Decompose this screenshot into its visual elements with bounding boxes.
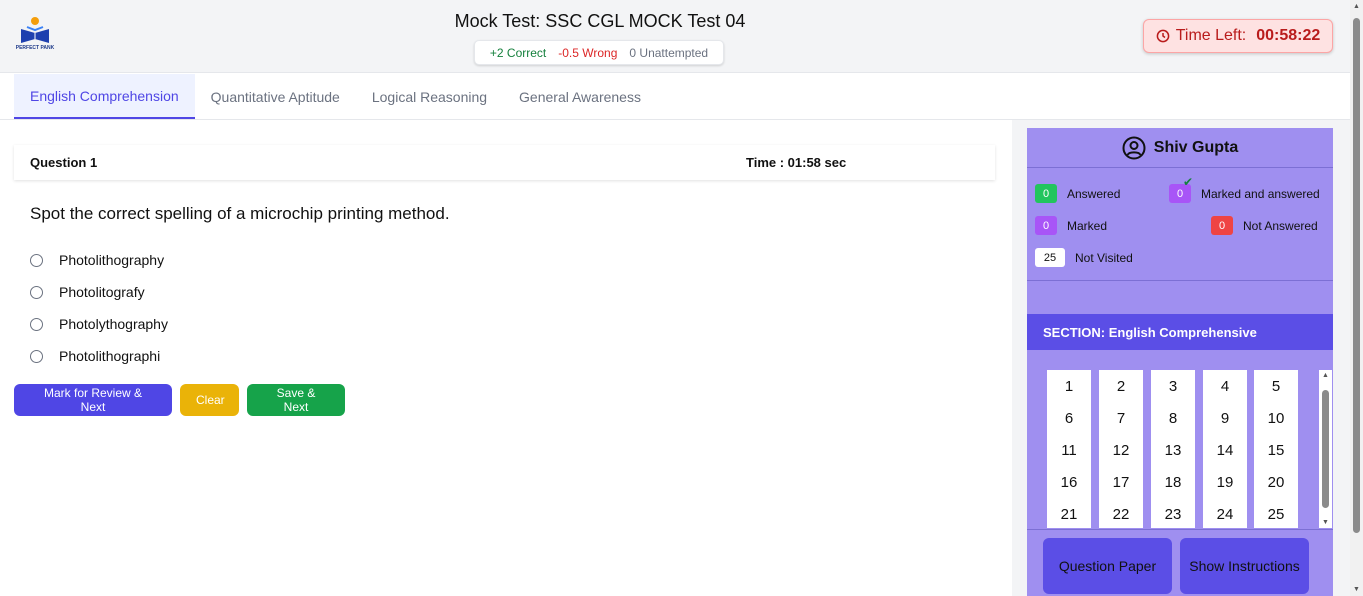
page-scroll-down-icon[interactable]: ▼ (1353, 586, 1360, 593)
question-number-13[interactable]: 13 (1151, 434, 1195, 466)
option-label: Photolythography (59, 316, 168, 332)
radio-button[interactable] (30, 285, 43, 299)
marked-answered-value: 0 (1176, 187, 1184, 200)
not-answered-label: Not Answered (1243, 218, 1318, 233)
user-info: Shiv Gupta (1027, 128, 1333, 168)
scroll-thumb[interactable] (1322, 390, 1329, 508)
scroll-up-icon[interactable]: ▲ (1322, 372, 1329, 379)
legend-not-answered: 0 Not Answered (1211, 216, 1318, 235)
section-tabs: English Comprehension Quantitative Aptit… (0, 74, 1350, 120)
radio-button[interactable] (30, 317, 43, 331)
question-number-11[interactable]: 11 (1047, 434, 1091, 466)
question-number-22[interactable]: 22 (1099, 498, 1143, 528)
question-number-5[interactable]: 5 (1254, 370, 1298, 402)
logo: PERFECT PANK (13, 15, 57, 57)
tab-quantitative-aptitude[interactable]: Quantitative Aptitude (195, 74, 356, 119)
legend-marked-answered: 0 ✔ Marked and answered (1169, 175, 1320, 203)
question-number-15[interactable]: 15 (1254, 434, 1298, 466)
marked-answered-count: 0 ✔ (1169, 175, 1193, 203)
question-number-8[interactable]: 8 (1151, 402, 1195, 434)
check-icon: ✔ (1182, 175, 1193, 189)
question-number-12[interactable]: 12 (1099, 434, 1143, 466)
marked-answered-label: Marked and answered (1201, 186, 1320, 201)
correct-marks: +2 Correct (489, 45, 547, 60)
question-number-16[interactable]: 16 (1047, 466, 1091, 498)
tab-general-awareness[interactable]: General Awareness (503, 74, 657, 119)
question-number-21[interactable]: 21 (1047, 498, 1091, 528)
wrong-marks: -0.5 Wrong (558, 45, 618, 60)
radio-button[interactable] (30, 253, 43, 267)
question-number-7[interactable]: 7 (1099, 402, 1143, 434)
question-number-17[interactable]: 17 (1099, 466, 1143, 498)
question-bar: Question 1 Time : 01:58 sec (14, 145, 995, 180)
tab-english-comprehension[interactable]: English Comprehension (14, 74, 195, 119)
action-buttons: Mark for Review & Next Clear Save & Next (14, 384, 345, 416)
timer: Time Left: 00:58:22 (1143, 19, 1333, 53)
question-number-18[interactable]: 18 (1151, 466, 1195, 498)
answered-label: Answered (1067, 186, 1121, 201)
header: PERFECT PANK Mock Test: SSC CGL MOCK Tes… (0, 0, 1350, 73)
question-number-9[interactable]: 9 (1203, 402, 1247, 434)
divider (1027, 529, 1333, 530)
question-number-23[interactable]: 23 (1151, 498, 1195, 528)
clear-button[interactable]: Clear (180, 384, 239, 416)
question-palette: Shiv Gupta 0 Answered 0 ✔ Marked and answ… (1027, 128, 1333, 596)
option-label: Photolithographi (59, 348, 161, 364)
options-list: Photolithography Photolitografy Photolyt… (30, 244, 168, 372)
answered-count: 0 (1035, 184, 1057, 203)
radio-button[interactable] (30, 349, 43, 363)
scroll-down-icon[interactable]: ▼ (1322, 519, 1329, 526)
scoring-badge: +2 Correct -0.5 Wrong 0 Unattempted (474, 40, 724, 65)
user-avatar-icon (1122, 136, 1146, 159)
legend-not-visited: 25 Not Visited (1035, 248, 1133, 267)
question-text: Spot the correct spelling of a microchip… (30, 204, 450, 223)
palette-scrollbar[interactable]: ▲ ▼ (1319, 370, 1332, 528)
save-next-button[interactable]: Save & Next (247, 384, 345, 416)
question-number-19[interactable]: 19 (1203, 466, 1247, 498)
question-time: Time : 01:58 sec (746, 155, 847, 170)
option-label: Photolitografy (59, 284, 145, 300)
question-number-14[interactable]: 14 (1203, 434, 1247, 466)
timer-value: 00:58:22 (1256, 27, 1321, 44)
clock-icon (1156, 29, 1170, 43)
page-scroll-up-icon[interactable]: ▲ (1353, 3, 1360, 10)
question-number-20[interactable]: 20 (1254, 466, 1298, 498)
not-visited-label: Not Visited (1075, 250, 1133, 265)
not-answered-count: 0 (1211, 216, 1233, 235)
legend-answered: 0 Answered (1035, 184, 1120, 203)
show-instructions-button[interactable]: Show Instructions (1180, 538, 1309, 594)
unattempted-marks: 0 Unattempted (629, 45, 709, 60)
not-visited-count: 25 (1035, 248, 1065, 267)
tab-logical-reasoning[interactable]: Logical Reasoning (356, 74, 503, 119)
marked-label: Marked (1067, 218, 1108, 233)
timer-label: Time Left: (1175, 27, 1247, 44)
legend-marked: 0 Marked (1035, 216, 1107, 235)
question-number-1[interactable]: 1 (1047, 370, 1091, 402)
question-number: Question 1 (30, 155, 98, 170)
logo-text: PERFECT PANK (15, 45, 55, 51)
book-reader-icon (21, 17, 49, 43)
section-title: SECTION: English Comprehensive (1027, 314, 1333, 350)
status-legend: 0 Answered 0 ✔ Marked and answered 0 Mark… (1027, 169, 1333, 281)
question-number-24[interactable]: 24 (1203, 498, 1247, 528)
option-label: Photolithography (59, 252, 165, 268)
question-number-10[interactable]: 10 (1254, 402, 1298, 434)
page-scrollbar[interactable]: ▲ ▼ (1350, 0, 1363, 596)
question-number-6[interactable]: 6 (1047, 402, 1091, 434)
mark-for-review-button[interactable]: Mark for Review & Next (14, 384, 172, 416)
option-1[interactable]: Photolithography (30, 244, 168, 276)
option-2[interactable]: Photolitografy (30, 276, 168, 308)
user-name: Shiv Gupta (1153, 138, 1239, 156)
question-paper-button[interactable]: Question Paper (1043, 538, 1172, 594)
question-number-3[interactable]: 3 (1151, 370, 1195, 402)
marked-count: 0 (1035, 216, 1057, 235)
option-4[interactable]: Photolithographi (30, 340, 168, 372)
page-scroll-thumb[interactable] (1353, 18, 1360, 533)
question-number-grid: 1 2 3 4 5 6 7 8 9 10 11 12 13 14 15 16 17 18 19 20 21 22 23 24 2… (1047, 370, 1317, 528)
question-number-4[interactable]: 4 (1203, 370, 1247, 402)
question-number-25[interactable]: 25 (1254, 498, 1298, 528)
question-number-2[interactable]: 2 (1099, 370, 1143, 402)
option-3[interactable]: Photolythography (30, 308, 168, 340)
page-title: Mock Test: SSC CGL MOCK Test 04 (454, 11, 746, 31)
